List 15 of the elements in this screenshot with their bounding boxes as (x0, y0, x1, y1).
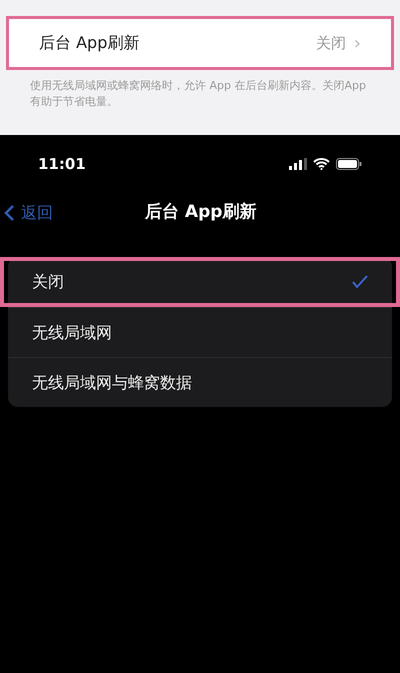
signal-icon (289, 158, 307, 170)
settings-row[interactable]: 后台 App刷新 关闭 › (6, 16, 394, 70)
row-value: 关闭 (316, 32, 346, 54)
row-label: 后台 App刷新 (39, 32, 140, 54)
status-time: 11:01 (38, 154, 86, 175)
option-row[interactable]: 无线局域网与蜂窝数据 (8, 357, 392, 407)
option-row[interactable]: 关闭 (0, 257, 400, 307)
checkmark-icon (352, 275, 368, 289)
back-icon (4, 204, 15, 222)
option-row[interactable]: 无线局域网 (8, 307, 392, 357)
nav-title: 后台 App刷新 (145, 201, 256, 224)
battery-icon (336, 158, 362, 170)
wifi-icon (313, 158, 330, 170)
footnote: 使用无线局域网或蜂窝网络时，允许 App 在后台刷新内容。关闭App 有助于节省电量。 (30, 78, 367, 110)
chevron: › (354, 32, 361, 56)
